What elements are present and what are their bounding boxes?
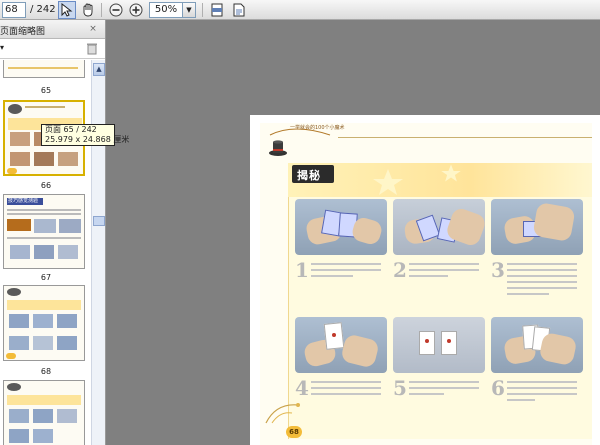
chevron-up-icon: ▲ [96,65,102,73]
header-rule [338,137,592,138]
zoom-level-input[interactable]: 50% [149,2,183,18]
step-number: 5 [393,376,407,400]
thumbnail-label: 67 [40,273,52,282]
thumbnail-heading: 技巧感觉测验 [7,198,43,205]
step-number: 4 [295,376,309,400]
tooltip-page-label: 页面 65 / 242 [45,125,97,134]
panel-toolbar: ▾ [0,39,105,59]
step-number: 3 [491,258,505,282]
close-icon[interactable]: × [87,23,99,35]
thumbnail-list: 65 66 技巧感觉测验 67 68 [0,60,92,445]
zoom-in-button[interactable] [127,1,145,19]
toolbar: 68 / 242 50% ▼ [0,0,600,20]
steps-panel: 1 2 3 4 5 6 [288,197,592,439]
page-total-label: / 242 [30,4,56,15]
step-text [507,381,577,405]
step-photo-5 [393,317,485,373]
fit-page-button[interactable] [208,1,226,19]
thumbnail-page-69[interactable] [3,380,85,445]
book-title: 一学就会的100个小魔术 [290,125,345,131]
document-page: 一学就会的100个小魔术 揭秘 1 2 3 4 5 6 68 [250,115,600,445]
fit-page-icon [211,3,223,17]
thumbnail-page-65[interactable] [3,60,85,78]
step-text [409,381,479,399]
hand-tool-button[interactable] [79,1,97,19]
thumbnail-label: 68 [40,367,52,376]
step-photo-4 [295,317,387,373]
step-number: 1 [295,258,309,282]
document-viewport[interactable]: 一学就会的100个小魔术 揭秘 1 2 3 4 5 6 68 [106,20,600,445]
step-photo-6 [491,317,583,373]
chevron-down-icon: ▼ [186,6,192,14]
step-photo-3 [491,199,583,255]
page-number-input[interactable]: 68 [2,2,26,18]
zoom-dropdown-button[interactable]: ▼ [183,2,196,18]
select-tool-button[interactable] [58,1,76,19]
flourish-icon [265,403,300,424]
page-tooltip: 页面 65 / 242 25.979 x 24.868 厘米 [41,124,130,146]
book-logo: 一学就会的100个小魔术 [264,125,345,159]
page-number-badge: 68 [286,426,302,438]
step-photo-1 [295,199,387,255]
step-photo-2 [393,199,485,255]
section-title-text: 揭秘 [297,169,321,182]
step-number: 6 [491,376,505,400]
scrollbar-thumb[interactable] [93,216,105,226]
thumbnail-label: 66 [40,181,52,190]
hand-icon [83,3,93,17]
thumbnail-scrollbar[interactable]: ▲ [91,60,105,445]
section-title: 揭秘 [292,165,334,183]
star-icon [373,169,403,195]
thumbnails-panel: 页面缩略图 × ▾ 65 66 技巧感觉测验 67 68 ▲ 页面 65 / 2… [0,20,129,445]
thumbnail-label: 65 [40,86,52,95]
panel-title: 页面缩略图 [0,27,46,37]
star-icon [441,164,461,182]
trash-icon[interactable] [86,42,98,55]
select-icon [61,3,73,17]
zoom-out-icon [109,3,123,17]
zoom-out-button[interactable] [107,1,125,19]
thumbnail-page-67[interactable]: 技巧感觉测验 [3,194,85,269]
step-text [409,263,479,281]
step-text [507,263,577,299]
tooltip-size-label: 25.979 x 24.868 厘米 [45,135,130,144]
zoom-in-icon [129,3,143,17]
step-text [311,381,381,399]
fit-width-button[interactable] [230,1,248,19]
panel-header: 页面缩略图 × [0,20,105,39]
options-menu-button[interactable]: ▾ [0,43,4,52]
step-text [311,263,381,281]
thumbnail-page-68[interactable] [3,285,85,361]
page-content: 一学就会的100个小魔术 揭秘 1 2 3 4 5 6 68 [260,123,592,445]
scroll-up-button[interactable]: ▲ [93,63,105,76]
step-number: 2 [393,258,407,282]
fit-width-icon [233,3,245,17]
